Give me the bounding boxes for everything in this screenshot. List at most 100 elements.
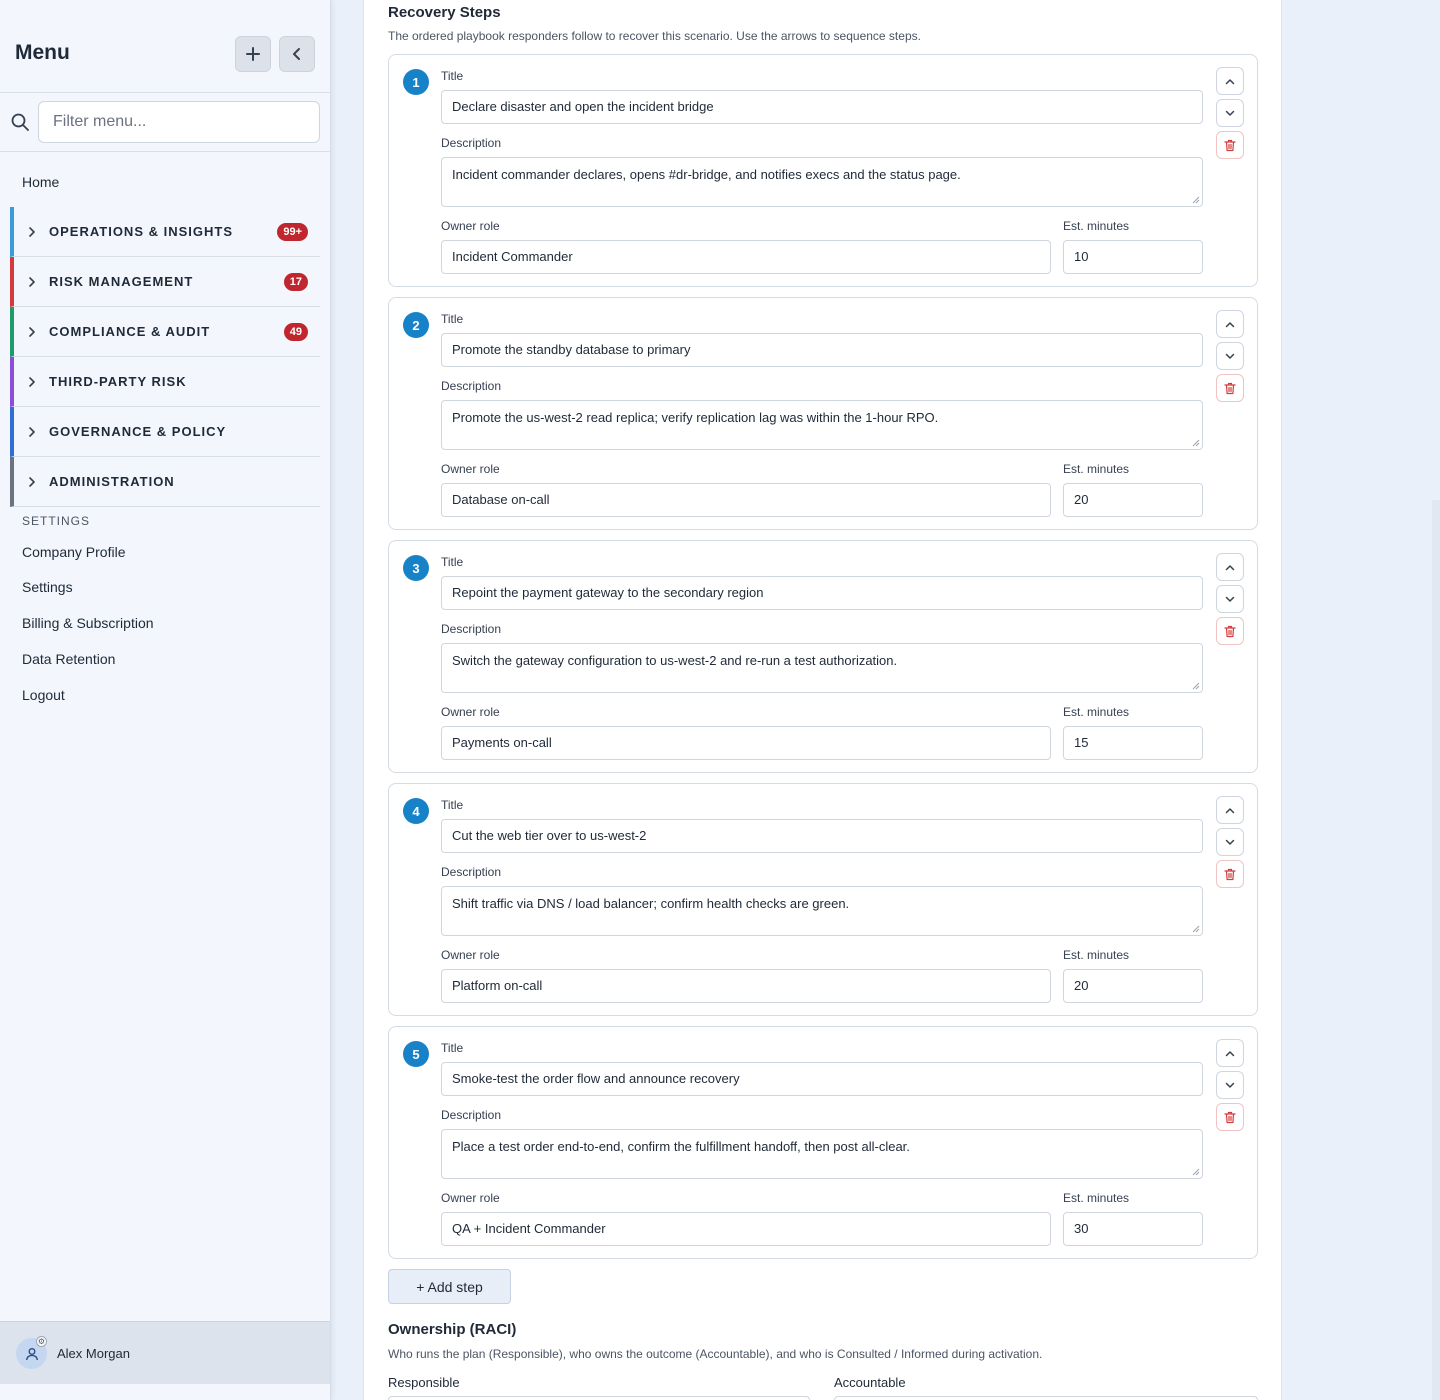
move-up-button[interactable] <box>1216 310 1244 338</box>
step-description-textarea[interactable]: Switch the gateway configuration to us-w… <box>441 643 1203 693</box>
sidebar-item-data-retention[interactable]: Data Retention <box>22 651 115 667</box>
filter-menu-input[interactable] <box>38 101 320 143</box>
owner-role-input[interactable]: Platform on-call <box>441 969 1051 1003</box>
sidebar-item-home[interactable]: Home <box>22 174 59 190</box>
chevron-right-icon <box>28 276 40 287</box>
collapse-sidebar-button[interactable] <box>279 36 315 72</box>
chevron-down-icon <box>1225 839 1235 845</box>
sidebar-search <box>0 93 330 152</box>
raci-title: Ownership (RACI) <box>388 1321 517 1338</box>
sidebar-groups: OPERATIONS & INSIGHTS 99+ RISK MANAGEMENT 1… <box>10 207 320 507</box>
accountable-field[interactable] <box>834 1396 1258 1400</box>
resize-handle-icon[interactable] <box>1192 439 1200 447</box>
accountable-label: Accountable <box>834 1375 906 1390</box>
title-label: Title <box>441 798 464 812</box>
sidebar-item-billing[interactable]: Billing & Subscription <box>22 615 154 631</box>
est-minutes-input[interactable]: 20 <box>1063 969 1203 1003</box>
est-minutes-label: Est. minutes <box>1063 1191 1130 1205</box>
scrollbar[interactable] <box>1432 500 1440 1400</box>
recovery-steps-title: Recovery Steps <box>388 4 501 21</box>
delete-step-button[interactable] <box>1216 860 1244 888</box>
step-title-input[interactable]: Promote the standby database to primary <box>441 333 1203 367</box>
owner-role-label: Owner role <box>441 219 500 233</box>
count-badge: 17 <box>283 273 308 291</box>
main-panel: Recovery Steps The ordered playbook resp… <box>363 0 1282 1400</box>
sidebar-header: Menu <box>0 0 330 93</box>
delete-step-button[interactable] <box>1216 131 1244 159</box>
sidebar-group[interactable]: COMPLIANCE & AUDIT 49 <box>10 307 320 357</box>
responsible-field[interactable] <box>388 1396 810 1400</box>
step-description-textarea[interactable]: Shift traffic via DNS / load balancer; c… <box>441 886 1203 936</box>
sidebar-group[interactable]: ADMINISTRATION <box>10 457 320 507</box>
resize-handle-icon[interactable] <box>1192 682 1200 690</box>
move-down-button[interactable] <box>1216 342 1244 370</box>
step-description-text: Switch the gateway configuration to us-w… <box>452 653 898 668</box>
step-description-text: Place a test order end-to-end, confirm t… <box>452 1139 910 1154</box>
step-title-input[interactable]: Smoke-test the order flow and announce r… <box>441 1062 1203 1096</box>
settings-heading: SETTINGS <box>22 514 91 528</box>
step-title-input[interactable]: Declare disaster and open the incident b… <box>441 90 1203 124</box>
title-label: Title <box>441 69 464 83</box>
resize-handle-icon[interactable] <box>1192 1168 1200 1176</box>
est-minutes-input[interactable]: 20 <box>1063 483 1203 517</box>
delete-step-button[interactable] <box>1216 617 1244 645</box>
move-down-button[interactable] <box>1216 828 1244 856</box>
delete-step-button[interactable] <box>1216 374 1244 402</box>
sidebar-group-label: THIRD-PARTY RISK <box>49 374 187 389</box>
move-up-button[interactable] <box>1216 553 1244 581</box>
move-up-button[interactable] <box>1216 796 1244 824</box>
owner-role-label: Owner role <box>441 705 500 719</box>
recovery-step: 5 Title Smoke-test the order flow and anno… <box>388 1026 1258 1259</box>
sidebar-group-label: GOVERNANCE & POLICY <box>49 424 227 439</box>
chevron-up-icon <box>1225 807 1235 813</box>
est-minutes-input[interactable]: 30 <box>1063 1212 1203 1246</box>
chevron-right-icon <box>28 226 40 237</box>
sidebar-group[interactable]: THIRD-PARTY RISK <box>10 357 320 407</box>
est-minutes-input[interactable]: 10 <box>1063 240 1203 274</box>
sidebar-group[interactable]: RISK MANAGEMENT 17 <box>10 257 320 307</box>
trash-icon <box>1224 382 1236 394</box>
chevron-down-icon <box>1225 110 1235 116</box>
move-down-button[interactable] <box>1216 99 1244 127</box>
step-description-textarea[interactable]: Incident commander declares, opens #dr-b… <box>441 157 1203 207</box>
step-description-textarea[interactable]: Place a test order end-to-end, confirm t… <box>441 1129 1203 1179</box>
sidebar-group[interactable]: GOVERNANCE & POLICY <box>10 407 320 457</box>
step-title-input[interactable]: Repoint the payment gateway to the secon… <box>441 576 1203 610</box>
chevron-down-icon <box>1225 596 1235 602</box>
resize-handle-icon[interactable] <box>1192 196 1200 204</box>
recovery-step: 4 Title Cut the web tier over to us-west-2… <box>388 783 1258 1016</box>
move-up-button[interactable] <box>1216 67 1244 95</box>
trash-icon <box>1224 868 1236 880</box>
step-number-badge: 2 <box>403 312 429 338</box>
chevron-left-icon <box>293 48 300 60</box>
chevron-right-icon <box>28 376 40 387</box>
owner-role-input[interactable]: QA + Incident Commander <box>441 1212 1051 1246</box>
sidebar-item-company-profile[interactable]: Company Profile <box>22 544 126 560</box>
description-label: Description <box>441 622 502 636</box>
sidebar: Menu Home OPERATIONS & INSIGHTS 99+ RISK M… <box>0 0 331 1400</box>
est-minutes-input[interactable]: 15 <box>1063 726 1203 760</box>
trash-icon <box>1224 139 1236 151</box>
move-down-button[interactable] <box>1216 1071 1244 1099</box>
add-step-button[interactable]: + Add step <box>388 1269 511 1304</box>
sidebar-item-logout[interactable]: Logout <box>22 687 65 703</box>
est-minutes-label: Est. minutes <box>1063 462 1130 476</box>
owner-role-input[interactable]: Payments on-call <box>441 726 1051 760</box>
description-label: Description <box>441 1108 502 1122</box>
chevron-up-icon <box>1225 564 1235 570</box>
user-footer[interactable]: ⚙ Alex Morgan <box>0 1321 330 1384</box>
add-button[interactable] <box>235 36 271 72</box>
owner-role-input[interactable]: Incident Commander <box>441 240 1051 274</box>
sidebar-item-settings[interactable]: Settings <box>22 579 73 595</box>
sidebar-group[interactable]: OPERATIONS & INSIGHTS 99+ <box>10 207 320 257</box>
delete-step-button[interactable] <box>1216 1103 1244 1131</box>
move-down-button[interactable] <box>1216 585 1244 613</box>
step-description-textarea[interactable]: Promote the us-west-2 read replica; veri… <box>441 400 1203 450</box>
resize-handle-icon[interactable] <box>1192 925 1200 933</box>
move-up-button[interactable] <box>1216 1039 1244 1067</box>
est-minutes-label: Est. minutes <box>1063 948 1130 962</box>
step-title-input[interactable]: Cut the web tier over to us-west-2 <box>441 819 1203 853</box>
chevron-up-icon <box>1225 1050 1235 1056</box>
recovery-step: 3 Title Repoint the payment gateway to the… <box>388 540 1258 773</box>
owner-role-input[interactable]: Database on-call <box>441 483 1051 517</box>
